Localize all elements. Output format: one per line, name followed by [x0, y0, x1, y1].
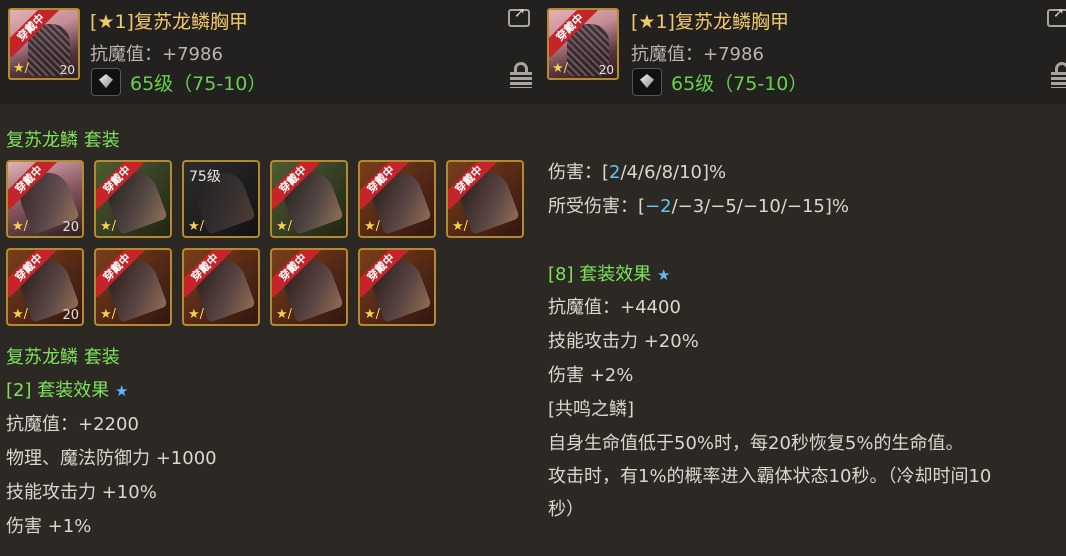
effect-line: 技能攻击力 +10% — [6, 482, 157, 503]
diamond-gem-icon — [632, 68, 662, 96]
taken-suffix: /−3/−5/−10/−15]% — [671, 196, 850, 217]
share-icon[interactable] — [508, 5, 530, 27]
item-stat: 抗魔值：+7986 — [631, 44, 764, 65]
item-level: 65级（75-10） — [671, 73, 808, 95]
lock-icon[interactable] — [510, 62, 532, 88]
damage-prefix: 伤害：[ — [548, 162, 610, 183]
item-level: 65级（75-10） — [130, 73, 267, 95]
star-badge: ★/ — [188, 219, 205, 234]
effect-line: 秒） — [548, 499, 584, 520]
set-slot-earring[interactable]: 穿戴中 ★/ — [358, 248, 436, 326]
slot-count: 20 — [62, 220, 79, 235]
taken-current: −2 — [645, 196, 672, 217]
damage-taken-line: 所受伤害：[−2/−3/−5/−10/−15]% — [548, 192, 849, 218]
set-slot-necklace[interactable]: 穿戴中 ★/ 20 — [6, 248, 84, 326]
effect-line: 伤害 +1% — [6, 516, 92, 537]
star-badge: ★/ — [188, 307, 205, 322]
star-icon: ★ — [114, 382, 129, 400]
star-badge: ★/ — [276, 219, 293, 234]
item-header: 穿戴中 ★/ 20 [★1]复苏龙鳞胸甲 抗魔值：+7986 65级（75-10… — [541, 0, 1066, 104]
item-stat: 抗魔值：+7986 — [90, 44, 223, 65]
right-tooltip-panel: 穿戴中 ★/ 20 [★1]复苏龙鳞胸甲 抗魔值：+7986 65级（75-10… — [541, 0, 1066, 556]
share-icon[interactable] — [1047, 5, 1066, 27]
item-header: 穿戴中 ★/ 20 [★1]复苏龙鳞胸甲 抗魔值：+7986 65级（75-10… — [0, 0, 541, 104]
lock-icon[interactable] — [1051, 62, 1066, 88]
damage-current: 2 — [609, 162, 621, 183]
diamond-gem-icon — [91, 68, 121, 96]
effect-line: 抗魔值：+4400 — [548, 297, 681, 318]
set-slot-unequipped[interactable]: 75级 ★/ — [182, 160, 260, 238]
star-icon: ★ — [656, 266, 671, 284]
set-name-top: 复苏龙鳞 套装 — [6, 130, 120, 151]
star-badge: ★/ — [276, 307, 293, 322]
set-slot-shoulder[interactable]: 穿戴中 ★/ — [270, 160, 348, 238]
item-title: [★1]复苏龙鳞胸甲 — [631, 11, 789, 33]
taken-prefix: 所受伤害：[ — [548, 196, 646, 217]
star-badge: ★/ — [12, 307, 29, 322]
star-badge: ★/ — [100, 307, 117, 322]
set-slot-subweapon[interactable]: 穿戴中 ★/ — [270, 248, 348, 326]
slot-level: 75级 — [189, 169, 221, 185]
left-tooltip-panel: 穿戴中 ★/ 20 [★1]复苏龙鳞胸甲 抗魔值：+7986 65级（75-10… — [0, 0, 541, 556]
effect-line: 自身生命值低于50%时，每20秒恢复5%的生命值。 — [548, 433, 964, 454]
item-thumbnail[interactable]: 穿戴中 ★/ 20 — [547, 8, 619, 80]
item-stack-count: 20 — [598, 63, 614, 77]
item-stack-count: 20 — [59, 63, 75, 77]
set-slot-bracelet[interactable]: 穿戴中 ★/ — [94, 248, 172, 326]
set-effect-header: [8] 套装效果 ★ — [548, 260, 670, 286]
effect-line: [共鸣之鳞] — [548, 399, 635, 420]
damage-line: 伤害：[2/4/6/8/10]% — [548, 158, 726, 184]
effect-line: 攻击时，有1%的概率进入霸体状态10秒。（冷却时间10 — [548, 466, 992, 487]
slot-count: 20 — [62, 308, 79, 323]
set-slot-belt[interactable]: 穿戴中 ★/ — [358, 160, 436, 238]
effect-line: 抗魔值：+2200 — [6, 414, 139, 435]
star-badge: ★/ — [364, 219, 381, 234]
set-slot-shoes[interactable]: 穿戴中 ★/ — [446, 160, 524, 238]
set-effect-header: [2] 套装效果 ★ — [6, 376, 128, 402]
damage-suffix: /4/6/8/10]% — [620, 162, 727, 183]
star-badge: ★/ — [100, 219, 117, 234]
set-slot-pants[interactable]: 穿戴中 ★/ — [94, 160, 172, 238]
set-slot-ring[interactable]: 穿戴中 ★/ — [182, 248, 260, 326]
set-slot-chest[interactable]: 穿戴中 ★/ 20 — [6, 160, 84, 238]
star-badge: ★/ — [452, 219, 469, 234]
star-badge: ★/ — [12, 219, 29, 234]
effect-line: 技能攻击力 +20% — [548, 331, 699, 352]
star-badge: ★/ — [364, 307, 381, 322]
set-effect-label: [8] 套装效果 — [548, 264, 652, 285]
effect-line: 物理、魔法防御力 +1000 — [6, 448, 217, 469]
star-badge: ★/ — [13, 61, 30, 76]
star-badge: ★/ — [552, 61, 569, 76]
item-thumbnail[interactable]: 穿戴中 ★/ 20 — [8, 8, 80, 80]
item-title: [★1]复苏龙鳞胸甲 — [90, 11, 248, 33]
effect-line: 伤害 +2% — [548, 365, 634, 386]
set-effect-label: [2] 套装效果 — [6, 380, 110, 401]
set-name-bottom: 复苏龙鳞 套装 — [6, 347, 120, 368]
